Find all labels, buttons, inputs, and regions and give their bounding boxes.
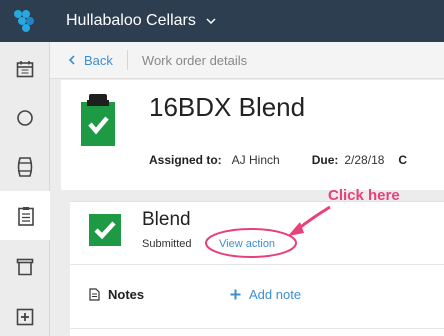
add-note-label: Add note — [249, 287, 302, 302]
task-check-icon — [89, 214, 121, 246]
back-label: Back — [84, 52, 113, 68]
breadcrumb: Back Work order details — [50, 42, 444, 79]
due-value: 2/28/18 — [344, 153, 385, 167]
sidebar-item-work-orders[interactable] — [0, 191, 51, 240]
breadcrumb-divider — [126, 50, 128, 70]
annotation-label: Click here — [328, 187, 400, 204]
task-title: Blend — [142, 209, 191, 230]
add-note-button[interactable]: Add note — [230, 287, 301, 302]
chevron-down-icon — [206, 18, 216, 25]
sidebar — [0, 42, 51, 336]
work-order-clipboard-icon — [81, 94, 115, 146]
task-card: Blend Submitted View action Notes Add no… — [70, 201, 444, 336]
calendar-icon — [16, 60, 34, 77]
sidebar-item-barrels[interactable] — [0, 142, 50, 191]
notes-section: Notes — [89, 287, 144, 302]
logo-icon — [14, 10, 34, 32]
chevron-left-icon — [68, 55, 75, 65]
note-icon — [89, 288, 100, 301]
notes-label: Notes — [108, 287, 145, 302]
breadcrumb-current: Work order details — [141, 52, 248, 68]
divider — [70, 264, 444, 265]
divider — [70, 328, 444, 329]
sidebar-item-calendar[interactable] — [0, 44, 50, 93]
bin-icon — [16, 258, 34, 275]
sidebar-item-add[interactable] — [0, 292, 50, 336]
app-logo[interactable] — [0, 0, 50, 42]
barrel-icon — [17, 156, 33, 177]
circle-icon — [17, 109, 33, 126]
plus-icon — [230, 289, 241, 300]
plus-square-icon — [16, 308, 34, 325]
back-button[interactable]: Back — [68, 53, 113, 68]
sidebar-item-vessels[interactable] — [0, 242, 50, 291]
work-order-title: 16BDX Blend — [149, 92, 306, 122]
top-bar: Hullabaloo Cellars — [0, 0, 444, 42]
assigned-value: AJ Hinch — [231, 153, 280, 167]
sidebar-item-circle[interactable] — [0, 93, 50, 142]
work-order-header: 16BDX Blend Assigned to: AJ Hinch Due: 2… — [61, 80, 444, 190]
assigned-label: Assigned to: — [149, 153, 222, 167]
meta-truncated-label: C — [398, 153, 408, 167]
task-status: Submitted — [142, 238, 192, 250]
company-name: Hullabaloo Cellars — [66, 12, 196, 29]
view-action-link[interactable]: View action — [219, 238, 275, 250]
work-order-meta: Assigned to: AJ Hinch Due: 2/28/18 C — [149, 153, 407, 167]
company-switcher[interactable]: Hullabaloo Cellars — [66, 12, 216, 30]
clipboard-icon — [17, 206, 34, 226]
due-label: Due: — [311, 153, 339, 167]
